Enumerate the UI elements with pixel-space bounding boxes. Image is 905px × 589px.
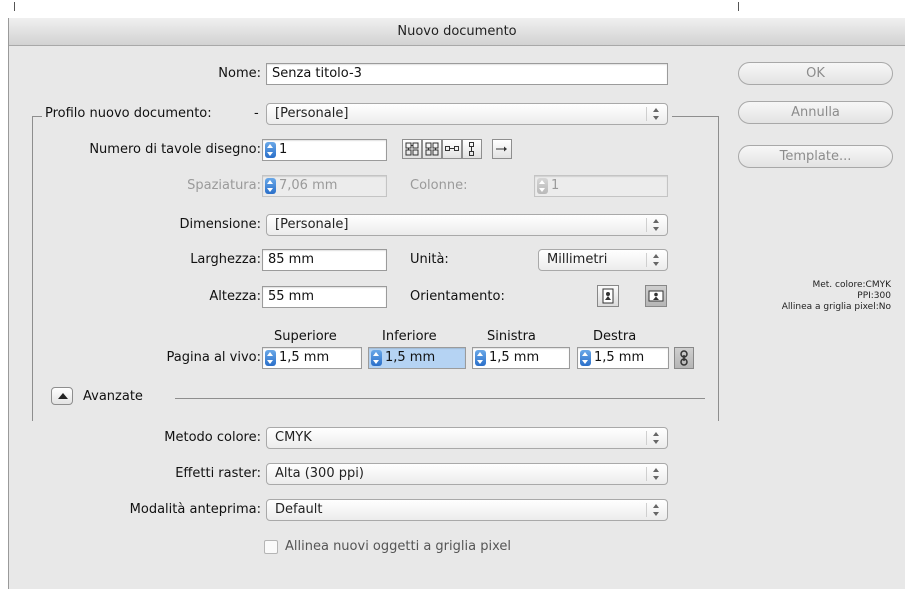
color-mode-divider <box>646 431 647 445</box>
units-select[interactable]: Millimetri <box>538 249 668 271</box>
bleed-header-left: Sinistra <box>487 329 536 344</box>
bleed-label: Pagina al vivo: <box>166 350 261 365</box>
bleed-right-value: 1,5 mm <box>594 350 645 365</box>
width-input[interactable]: 85 mm <box>262 249 387 271</box>
preview-value: Default <box>275 502 323 517</box>
columns-value: 1 <box>551 178 560 193</box>
grid-by-column-icon[interactable] <box>422 139 442 159</box>
preview-divider <box>646 503 647 517</box>
profile-group-top-left <box>32 116 42 117</box>
columns-label: Colonne: <box>410 178 468 193</box>
bleed-header-bottom: Inferiore <box>382 329 437 344</box>
spacing-label: Spaziatura: <box>187 178 261 193</box>
cancel-button[interactable]: Annulla <box>738 101 893 124</box>
size-label: Dimensione: <box>179 217 261 232</box>
right-arrow-icon[interactable] <box>492 139 512 159</box>
units-label: Unità: <box>410 252 449 267</box>
info-color-mode: Met. colore:CMYK <box>812 280 891 290</box>
bleed-bottom-value: 1,5 mm <box>385 350 436 365</box>
select-arrows-icon <box>652 431 661 445</box>
orientation-label: Orientamento: <box>410 289 505 304</box>
ok-button[interactable]: OK <box>738 62 893 85</box>
preview-label: Modalità anteprima: <box>129 502 261 517</box>
stepper-icon[interactable] <box>265 350 276 366</box>
columns-input[interactable]: 1 <box>534 175 668 197</box>
bleed-left-value: 1,5 mm <box>489 350 540 365</box>
stepper-icon[interactable] <box>371 350 382 366</box>
height-label: Altezza: <box>209 289 261 304</box>
preview-select[interactable]: Default <box>266 499 668 521</box>
artboards-label: Numero di tavole disegno: <box>89 142 261 157</box>
portrait-icon[interactable] <box>597 285 619 307</box>
info-ppi: PPI:300 <box>857 291 891 301</box>
select-arrows-icon <box>652 253 661 267</box>
units-select-value: Millimetri <box>547 252 608 267</box>
profile-select-divider <box>646 107 647 121</box>
profile-select-value: [Personale] <box>275 106 349 121</box>
select-arrows-icon <box>652 503 661 517</box>
profile-group-right <box>718 116 719 421</box>
artboards-input[interactable]: 1 <box>262 139 387 161</box>
advanced-label: Avanzate <box>83 389 143 404</box>
profile-label: Profilo nuovo documento: <box>45 106 212 121</box>
new-document-dialog: Nuovo documento OK Annulla Template... N… <box>8 18 905 589</box>
bleed-header-top: Superiore <box>274 329 337 344</box>
arrange-by-row-icon[interactable] <box>442 139 462 159</box>
profile-label-dash: - <box>254 106 259 121</box>
info-pixel-grid: Allinea a griglia pixel:No <box>781 302 891 312</box>
width-label: Larghezza: <box>190 252 261 267</box>
raster-divider <box>646 467 647 481</box>
size-select-divider <box>646 218 647 232</box>
color-mode-value: CMYK <box>275 430 312 445</box>
template-button[interactable]: Template... <box>738 145 893 168</box>
profile-group-left <box>32 116 33 421</box>
artboards-value: 1 <box>279 142 288 157</box>
dialog-title: Nuovo documento <box>9 18 905 46</box>
document-info: Met. colore:CMYK PPI:300 Allinea a grigl… <box>709 280 891 313</box>
chain-link-icon[interactable] <box>674 347 694 369</box>
bleed-left-input[interactable]: 1,5 mm <box>472 347 570 369</box>
height-input[interactable]: 55 mm <box>262 286 387 308</box>
name-label: Nome: <box>218 66 261 81</box>
grid-by-row-icon[interactable] <box>402 139 422 159</box>
color-mode-select[interactable]: CMYK <box>266 427 668 449</box>
stepper-icon[interactable] <box>265 142 276 158</box>
profile-group-top-right <box>672 116 719 117</box>
guide-tick-left <box>14 2 15 11</box>
bleed-top-input[interactable]: 1,5 mm <box>262 347 362 369</box>
profile-select[interactable]: [Personale] <box>266 103 668 125</box>
bleed-header-right: Destra <box>593 329 637 344</box>
bleed-top-value: 1,5 mm <box>279 350 330 365</box>
select-arrows-icon <box>652 107 661 121</box>
disclosure-triangle-icon[interactable] <box>51 387 73 405</box>
size-select-value: [Personale] <box>275 217 349 232</box>
stepper-icon[interactable] <box>537 178 548 194</box>
raster-value: Alta (300 ppi) <box>275 466 364 481</box>
pixel-grid-checkbox[interactable] <box>264 540 278 554</box>
size-select[interactable]: [Personale] <box>266 214 668 236</box>
stepper-icon[interactable] <box>265 178 276 194</box>
guide-tick-right <box>738 2 739 11</box>
select-arrows-icon <box>652 218 661 232</box>
advanced-divider <box>175 398 705 399</box>
stepper-icon[interactable] <box>580 350 591 366</box>
bleed-bottom-input[interactable]: 1,5 mm <box>368 347 466 369</box>
stepper-icon[interactable] <box>475 350 486 366</box>
spacing-input[interactable]: 7,06 mm <box>262 175 387 197</box>
color-mode-label: Metodo colore: <box>164 430 261 445</box>
select-arrows-icon <box>652 467 661 481</box>
units-select-divider <box>646 253 647 267</box>
spacing-value: 7,06 mm <box>279 178 338 193</box>
name-input[interactable]: Senza titolo-3 <box>266 63 668 85</box>
pixel-grid-label[interactable]: Allinea nuovi oggetti a griglia pixel <box>285 537 511 557</box>
landscape-icon[interactable] <box>645 285 667 307</box>
raster-select[interactable]: Alta (300 ppi) <box>266 463 668 485</box>
bleed-right-input[interactable]: 1,5 mm <box>577 347 669 369</box>
raster-label: Effetti raster: <box>175 466 261 481</box>
arrange-by-column-icon[interactable] <box>462 139 482 159</box>
